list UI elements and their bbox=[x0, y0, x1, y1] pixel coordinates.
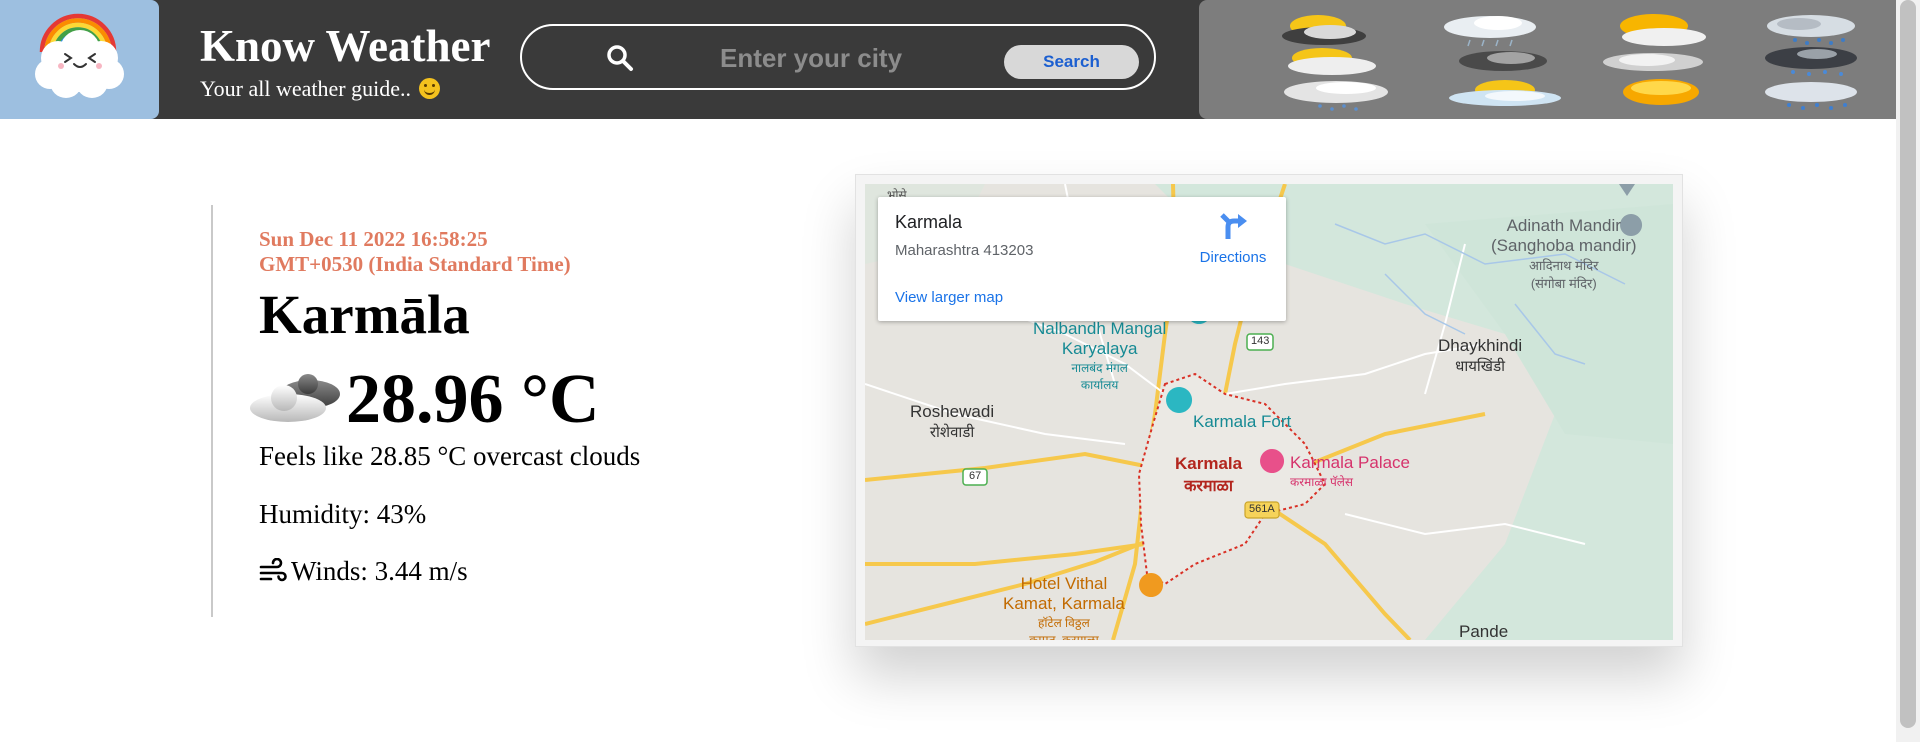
sun-dark-cloud-icon bbox=[1282, 15, 1366, 45]
humidity-text: Humidity: 43% bbox=[259, 499, 427, 529]
overcast-icon bbox=[1603, 53, 1703, 71]
map-label-nalbandh: Nalbandh Mangal Karyalaya नालबंद मंगल का… bbox=[1033, 319, 1166, 393]
map-label-line: Kamat, Karmala bbox=[1003, 594, 1125, 613]
city-search-input[interactable] bbox=[718, 38, 982, 78]
sun-icon bbox=[1623, 79, 1699, 105]
map-label-line: Dhaykhindi bbox=[1438, 336, 1523, 355]
map-label-line: धायखिंडी bbox=[1455, 358, 1505, 375]
map-label-karmala-town: Karmala करमाळा bbox=[1175, 454, 1242, 496]
rainbow-cloud-icon bbox=[35, 13, 124, 98]
weather-icon-strip bbox=[1199, 0, 1896, 119]
dark-cloud-icon bbox=[1459, 51, 1547, 71]
winds-text: Winds: 3.44 m/s bbox=[291, 556, 468, 586]
wind-icon bbox=[259, 558, 287, 582]
directions-label: Directions bbox=[1199, 249, 1267, 266]
place-address: Maharashtra 413203 bbox=[895, 242, 1034, 259]
scrollbar[interactable] bbox=[1896, 0, 1920, 742]
sun-cloud-icon bbox=[1288, 48, 1376, 75]
directions-button[interactable]: Directions bbox=[1190, 211, 1276, 266]
view-larger-map-link[interactable]: View larger map bbox=[895, 289, 1003, 306]
app-tagline: Your all weather guide.. bbox=[200, 76, 440, 102]
directions-icon bbox=[1220, 213, 1247, 239]
map-label-dhaykhindi: Dhaykhindi धायखिंडी bbox=[1438, 336, 1522, 376]
map-canvas[interactable]: भोसे Adinath Mandir (Sanghoba mandir) आद… bbox=[865, 184, 1673, 640]
map-label-line: करमाळा bbox=[1184, 478, 1233, 495]
map-label-line: कार्यालय bbox=[1080, 378, 1119, 392]
map-label-line: हॉटेल विठ्ठल bbox=[1038, 616, 1090, 630]
place-info-card: Karmala Maharashtra 413203 View larger m… bbox=[878, 197, 1286, 321]
search-icon[interactable] bbox=[606, 44, 634, 72]
map-label-roshewadi: Roshewadi रोशेवाडी bbox=[910, 402, 994, 442]
dark-rain-cloud-icon bbox=[1765, 47, 1857, 76]
map-label-line: Karmala Palace bbox=[1290, 453, 1411, 472]
map-label-line: करमाळा पॅलेस bbox=[1290, 475, 1354, 489]
sun-cloud-icon bbox=[1449, 80, 1561, 106]
map-label-karmala-palace: Karmala Palace करमाळा पॅलेस bbox=[1290, 453, 1410, 490]
overcast-clouds-icon bbox=[250, 374, 340, 422]
map-label-adinath-mandir: Adinath Mandir (Sanghoba mandir) आदिनाथ … bbox=[1491, 216, 1637, 292]
map-label-hotel-vithal: Hotel Vithal Kamat, Karmala हॉटेल विठ्ठल… bbox=[1003, 574, 1125, 640]
logo[interactable] bbox=[0, 0, 159, 119]
map-label-line: कामत, करमाळा bbox=[1029, 633, 1099, 640]
header-bar: Know Weather Your all weather guide.. Se… bbox=[0, 0, 1896, 119]
map-label-pande: Pande bbox=[1459, 622, 1509, 640]
map-label-line: (संगोबा मंदिर) bbox=[1530, 276, 1597, 291]
map-embed: भोसे Adinath Mandir (Sanghoba mandir) आद… bbox=[855, 174, 1683, 647]
map-label-line: Karmala bbox=[1175, 454, 1243, 473]
route-143-label: 143 bbox=[1251, 335, 1270, 347]
feels-like-text: Feels like 28.85 °C overcast clouds bbox=[259, 441, 641, 471]
temperature: 28.96 °C bbox=[346, 361, 600, 438]
timezone-text: GMT+0530 (India Standard Time) bbox=[259, 252, 571, 276]
search-bar: Search bbox=[520, 24, 1156, 90]
map-label-karmala-fort: Karmala Fort bbox=[1193, 412, 1292, 431]
map-label-line: Nalbandh Mangal bbox=[1033, 319, 1167, 338]
app-title: Know Weather bbox=[200, 21, 491, 71]
map-label-line: (Sanghoba mandir) bbox=[1491, 236, 1637, 255]
cloud-rain-icon bbox=[1765, 82, 1857, 110]
map-label-line: Karyalaya bbox=[1061, 339, 1138, 358]
date-text: Sun Dec 11 2022 16:58:25 bbox=[259, 227, 488, 251]
smiley-icon bbox=[418, 78, 440, 99]
wind-row: Winds: 3.44 m/s bbox=[259, 556, 468, 587]
city-name: Karmāla bbox=[259, 284, 470, 345]
route-561a-label: 561A bbox=[1249, 503, 1275, 515]
map-label-line: Roshewadi bbox=[910, 402, 995, 421]
sun-cloud-icon bbox=[1620, 14, 1706, 46]
cloud-rain-icon bbox=[1284, 81, 1388, 111]
cloud-light-rain-icon bbox=[1444, 16, 1536, 47]
route-67-label: 67 bbox=[969, 470, 982, 482]
info-divider bbox=[211, 205, 213, 617]
map-label-line: रोशेवाडी bbox=[929, 424, 975, 441]
map-label-line: Adinath Mandir bbox=[1506, 216, 1621, 235]
tagline-text: Your all weather guide.. bbox=[200, 76, 411, 101]
map-label-line: नालबंद मंगल bbox=[1071, 361, 1128, 375]
datetime: Sun Dec 11 2022 16:58:25 GMT+0530 (India… bbox=[259, 227, 571, 277]
map-label-line: आदिनाथ मंदिर bbox=[1529, 258, 1599, 273]
place-name: Karmala bbox=[895, 212, 963, 232]
search-button[interactable]: Search bbox=[1004, 45, 1139, 79]
scrollbar-thumb[interactable] bbox=[1900, 0, 1916, 728]
map-label-line: Hotel Vithal bbox=[1020, 574, 1108, 593]
